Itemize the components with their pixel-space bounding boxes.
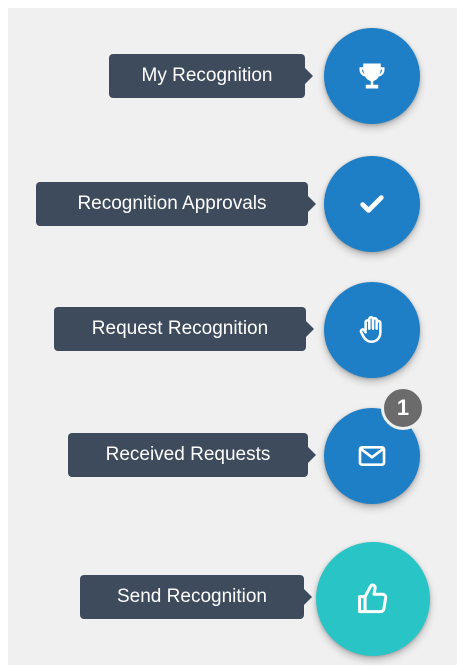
received-requests-label: Received Requests <box>105 444 271 465</box>
request-recognition-label: Request Recognition <box>91 318 269 339</box>
recognition-approvals-tooltip: Recognition Approvals <box>36 182 316 226</box>
envelope-icon <box>358 446 386 466</box>
recognition-approvals-button[interactable] <box>324 156 420 252</box>
thumbs-up-icon <box>358 583 388 614</box>
check-icon <box>360 195 384 213</box>
recognition-menu-panel: My Recognition Recognition Approvals Req… <box>8 8 457 665</box>
send-recognition-label: Send Recognition <box>117 586 267 607</box>
recognition-approvals-label: Recognition Approvals <box>77 193 267 214</box>
send-recognition-button[interactable] <box>316 542 430 656</box>
hand-icon <box>359 316 382 344</box>
request-recognition-tooltip: Request Recognition <box>54 307 314 351</box>
my-recognition-tooltip: My Recognition <box>109 54 313 98</box>
received-requests-badge: 1 <box>381 386 425 430</box>
send-recognition-tooltip: Send Recognition <box>80 575 312 619</box>
my-recognition-label: My Recognition <box>141 65 273 86</box>
received-requests-tooltip: Received Requests <box>68 433 316 477</box>
request-recognition-button[interactable] <box>324 282 420 378</box>
trophy-icon <box>359 63 385 89</box>
my-recognition-button[interactable] <box>324 28 420 124</box>
